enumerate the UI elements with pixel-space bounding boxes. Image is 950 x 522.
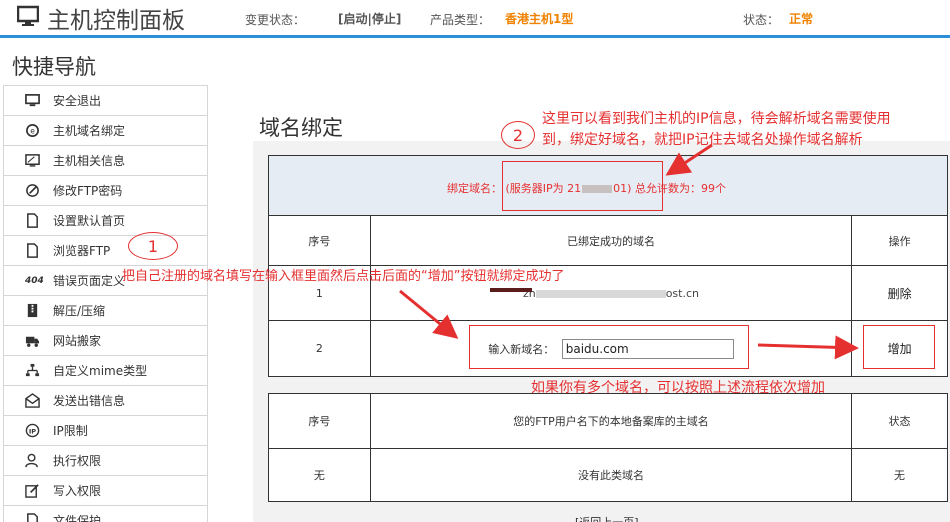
domain-end: ost.cn — [665, 286, 699, 300]
sidebar-item-ip-limit[interactable]: IP IP限制 — [4, 416, 207, 446]
svg-text:IP: IP — [29, 427, 36, 435]
new-domain-label: 输入新域名： — [488, 342, 555, 356]
new-domain-input[interactable] — [561, 338, 734, 359]
app-title: 主机控制面板 — [47, 8, 185, 34]
sidebar-item-write-permission[interactable]: 写入权限 — [4, 476, 207, 506]
sidebar-item-label: IP限制 — [53, 424, 88, 438]
product-type-value: 香港主机1型 — [505, 12, 574, 26]
server-ip-prefix: (服务器IP为 21 — [505, 182, 582, 195]
sitemap-icon — [25, 363, 47, 379]
top-header: 主机控制面板 变更状态： [启动|停止] 产品类型： 香港主机1型 状态： 正常 — [0, 0, 950, 38]
delete-button[interactable]: 删除 — [888, 287, 912, 301]
note-more: 如果你有多个域名，可以按照上述流程依次增加 — [531, 380, 825, 396]
product-type-label: 产品类型： — [430, 13, 491, 27]
monitor-icon — [17, 5, 39, 26]
sidebar-item-label: 执行权限 — [53, 454, 102, 468]
binding-info-header: 绑定域名： (服务器IP为 21 01) 总允许数为：99个 — [269, 156, 947, 216]
row-index: 无 — [268, 448, 371, 502]
sidebar-item-label: 错误页面定义 — [53, 274, 126, 288]
pen-icon — [25, 183, 47, 199]
ip-icon: IP — [25, 423, 47, 439]
404-icon: 404 — [25, 275, 44, 286]
sidebar-item-label: 安全退出 — [53, 94, 102, 108]
allowed-count: 总允许数为：99个 — [634, 182, 726, 195]
step-2-circle: 2 — [501, 121, 535, 149]
add-cell: 增加 — [851, 320, 948, 377]
back-link[interactable]: [返回上一页] — [575, 514, 639, 522]
truck-icon — [25, 333, 47, 349]
sidebar-item-error-report[interactable]: 发送出错信息 — [4, 386, 207, 416]
sidebar-item-host-info[interactable]: 主机相关信息 — [4, 146, 207, 176]
sidebar-item-label: 网站搬家 — [53, 334, 102, 348]
sidebar-item-archive[interactable]: 解压/压缩 — [4, 296, 207, 326]
sidebar-item-label: 写入权限 — [53, 484, 102, 498]
record-domain: 没有此类域名 — [369, 448, 853, 502]
sidebar-item-mime[interactable]: 自定义mime类型 — [4, 356, 207, 386]
sidebar-item-file-protect[interactable]: 文件保护 — [4, 506, 207, 522]
monitor-icon — [25, 93, 47, 109]
document-icon — [25, 213, 47, 229]
bound-domains-table: 序号 已绑定成功的域名 操作 1 zhost.cn 删除 2 输入新域名： 增加 — [268, 215, 948, 377]
column-header-index: 序号 — [268, 393, 371, 449]
column-header-action: 操作 — [851, 215, 948, 266]
document-icon — [25, 513, 47, 522]
change-status-label: 变更状态： — [245, 13, 306, 27]
table-header-row: 序号 您的FTP用户名下的本地备案库的主域名 状态 — [268, 393, 948, 449]
envelope-icon — [25, 393, 47, 409]
sidebar-item-label: 主机相关信息 — [53, 154, 126, 168]
local-record-domains-table: 序号 您的FTP用户名下的本地备案库的主域名 状态 无 没有此类域名 无 — [268, 393, 948, 502]
sidebar-item-site-move[interactable]: 网站搬家 — [4, 326, 207, 356]
sidebar-item-label: 解压/压缩 — [53, 304, 106, 318]
new-domain-cell: 输入新域名： — [369, 320, 853, 377]
sidebar-nav: 安全退出 e 主机域名绑定 主机相关信息 修改FTP密码 设置默认首页 浏览器F… — [3, 85, 208, 522]
redaction-mark — [490, 288, 532, 292]
table-header-row: 序号 已绑定成功的域名 操作 — [268, 215, 948, 266]
domain-redaction — [535, 289, 666, 298]
column-header-status: 状态 — [851, 393, 948, 449]
document-icon — [25, 243, 47, 259]
screen-icon — [25, 153, 47, 169]
edit-icon — [25, 483, 47, 499]
domain-icon: e — [25, 123, 47, 139]
step-1-circle: 1 — [128, 232, 178, 260]
column-header-domain: 您的FTP用户名下的本地备案库的主域名 — [369, 393, 853, 449]
sidebar-item-label: 发送出错信息 — [53, 394, 126, 408]
status-value: 正常 — [789, 12, 814, 26]
note-input: 把自己注册的域名填写在输入框里面然后点击后面的“增加”按钮就绑定成功了 — [122, 269, 565, 284]
table-row: 2 输入新域名： 增加 — [268, 320, 948, 377]
row-index: 2 — [268, 320, 371, 377]
sidebar-item-label: 主机域名绑定 — [53, 124, 126, 138]
sidebar-item-label: 浏览器FTP — [53, 244, 111, 258]
bind-domain-label: 绑定域名： — [447, 182, 502, 195]
sidebar-item-domain-binding[interactable]: e 主机域名绑定 — [4, 116, 207, 146]
archive-icon — [25, 303, 47, 319]
delete-cell: 删除 — [851, 265, 948, 321]
status-label: 状态： — [743, 13, 780, 27]
binding-info-text: 绑定域名： (服务器IP为 21 01) 总允许数为：99个 — [447, 180, 726, 196]
sidebar-item-ftp-password[interactable]: 修改FTP密码 — [4, 176, 207, 206]
table-row: 无 没有此类域名 无 — [268, 448, 948, 502]
sidebar-item-default-page[interactable]: 设置默认首页 — [4, 206, 207, 236]
ip-redaction — [582, 185, 613, 193]
add-button[interactable]: 增加 — [888, 342, 912, 356]
server-ip-suffix: 01) — [613, 182, 632, 195]
note-ip-line1: 这里可以看到我们主机的IP信息，待会解析域名需要使用 — [542, 111, 891, 127]
user-icon — [25, 453, 47, 469]
start-stop-links[interactable]: [启动|停止] — [338, 10, 401, 27]
sidebar-item-exec-permission[interactable]: 执行权限 — [4, 446, 207, 476]
sidebar-item-label: 文件保护 — [53, 514, 102, 522]
sidebar-item-label: 修改FTP密码 — [53, 184, 123, 198]
quick-nav-title: 快捷导航 — [12, 55, 96, 79]
column-header-domain: 已绑定成功的域名 — [369, 215, 853, 266]
sidebar-item-label: 自定义mime类型 — [53, 364, 148, 378]
note-ip-line2: 到，绑定好域名，就把IP记住去域名处操作域名解析 — [542, 132, 863, 148]
column-header-index: 序号 — [268, 215, 371, 266]
page-title: 域名绑定 — [259, 116, 343, 140]
svg-text:e: e — [30, 126, 35, 135]
record-status: 无 — [851, 448, 948, 502]
sidebar-item-label: 设置默认首页 — [53, 214, 126, 228]
sidebar-item-logout[interactable]: 安全退出 — [4, 86, 207, 116]
